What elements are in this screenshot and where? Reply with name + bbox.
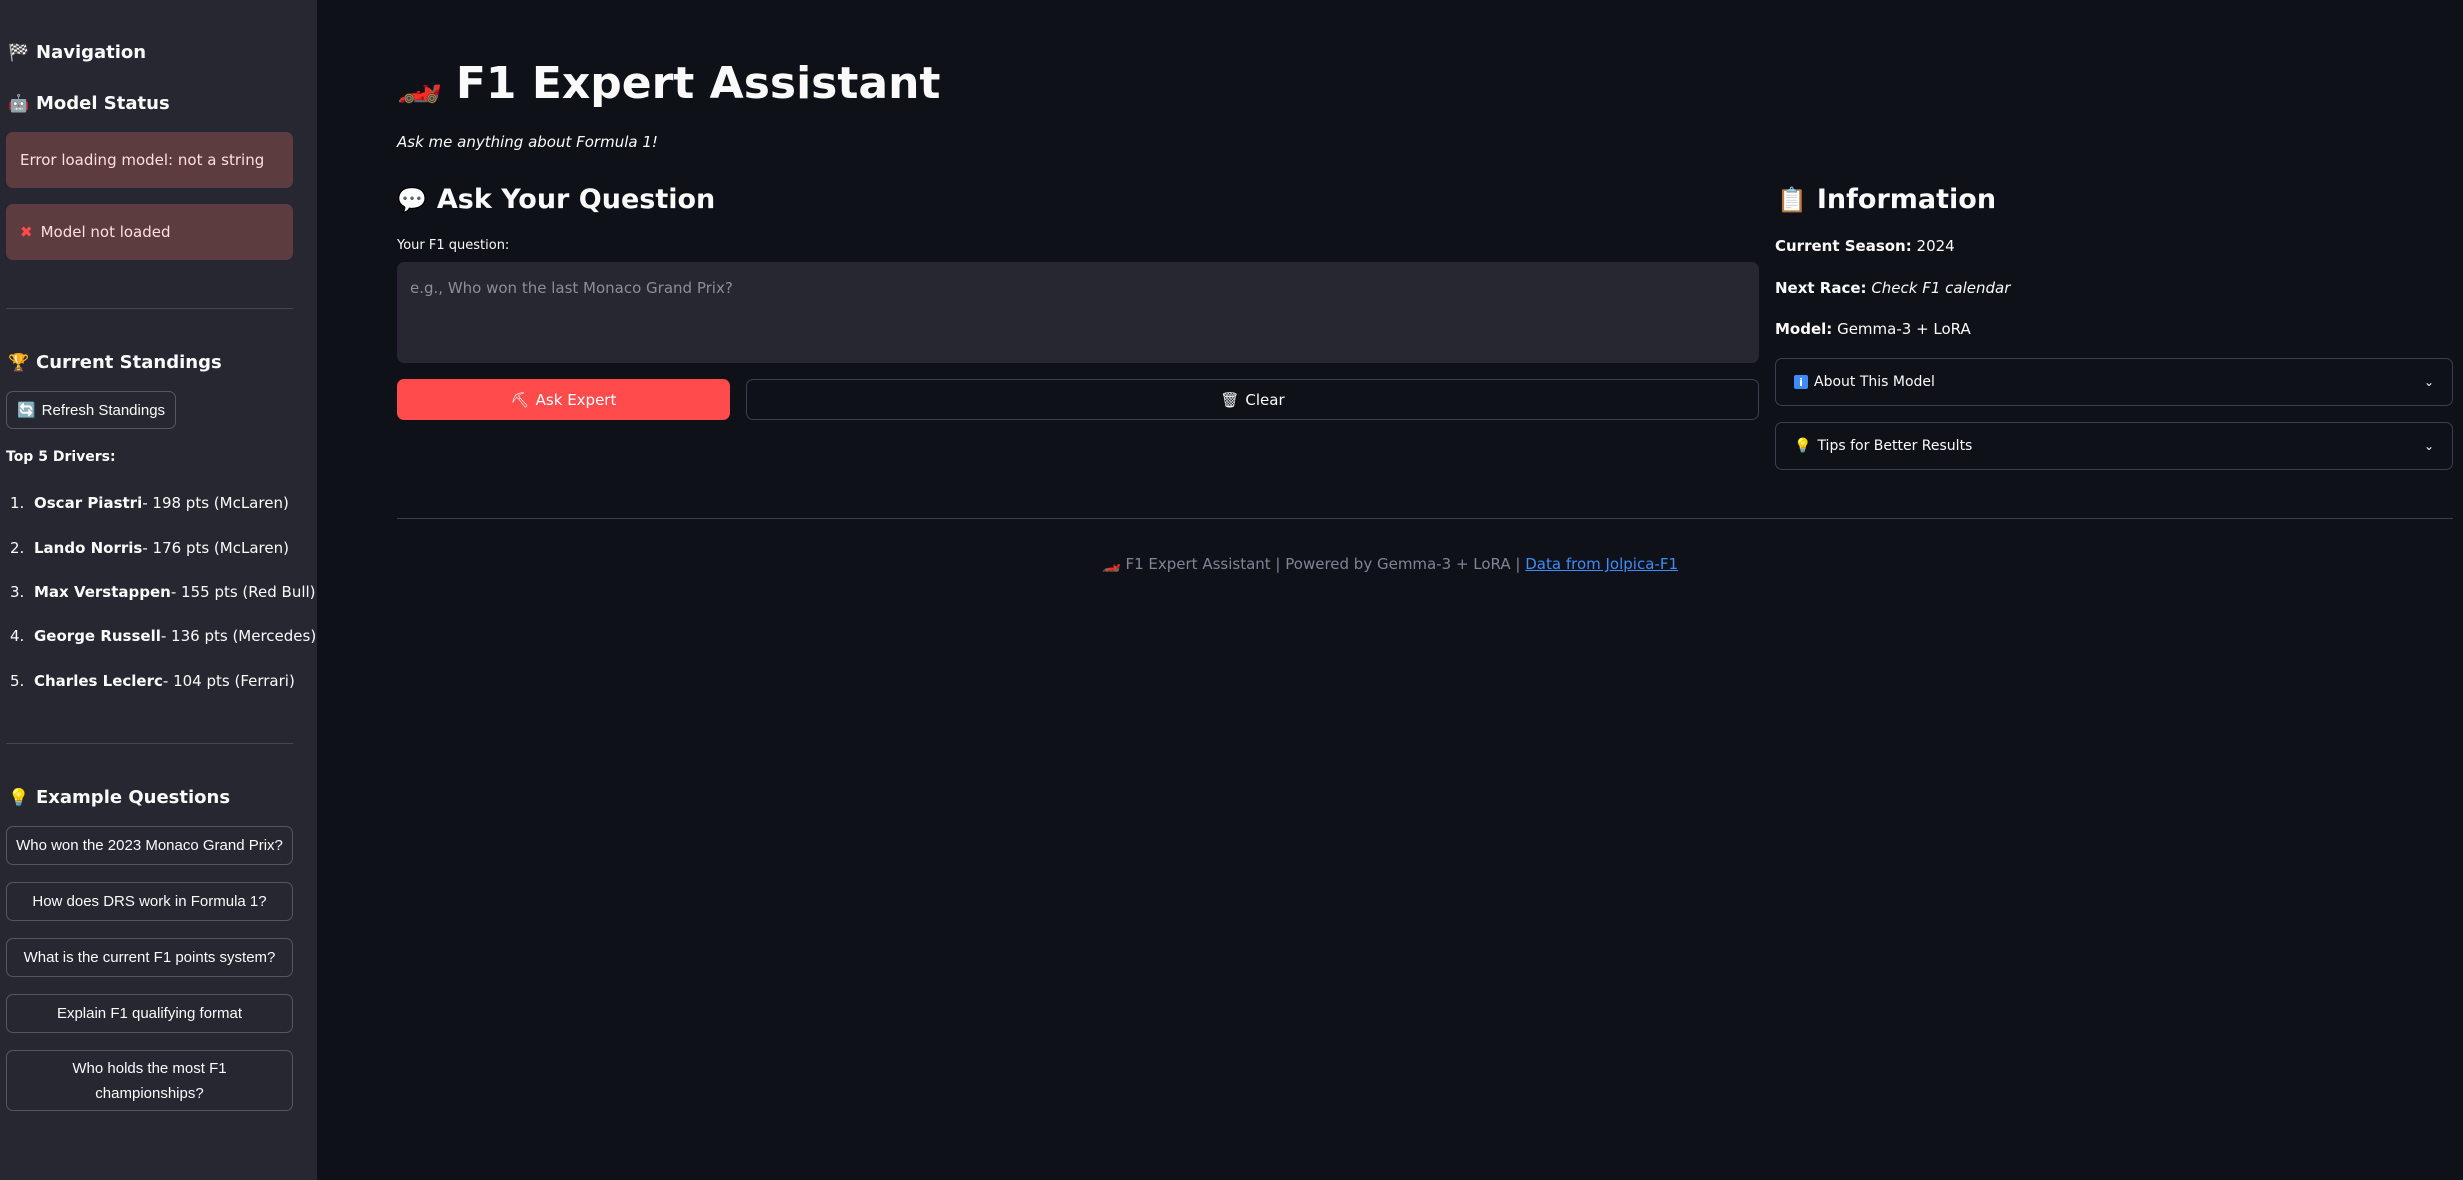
- ask-expert-button[interactable]: ⛏ Ask Expert: [397, 379, 730, 420]
- main-divider: [397, 518, 2453, 519]
- sidebar-divider: [6, 308, 293, 309]
- about-model-label: About This Model: [1814, 374, 1935, 390]
- example-question-label: Who holds the most F1 championships?: [72, 1059, 227, 1102]
- lightbulb-icon: 💡: [1794, 438, 1812, 454]
- current-season-line: Current Season: 2024: [1775, 237, 1955, 255]
- navigation-title: Navigation: [36, 42, 147, 63]
- refresh-standings-button[interactable]: 🔄 Refresh Standings: [6, 391, 176, 429]
- tips-expander[interactable]: 💡 Tips for Better Results ⌄: [1775, 422, 2453, 470]
- driver-name: George Russell: [34, 627, 161, 645]
- page-subtitle: Ask me anything about Formula 1!: [397, 133, 658, 151]
- driver-detail: - 104 pts (Ferrari): [162, 672, 295, 690]
- example-question-label: Who won the 2023 Monaco Grand Prix?: [16, 837, 283, 854]
- driver-detail: - 176 pts (McLaren): [142, 539, 289, 557]
- race-car-icon: 🏎️: [397, 63, 442, 105]
- info-icon: i: [1794, 375, 1808, 389]
- example-question-label: Explain F1 qualifying format: [56, 1005, 243, 1022]
- driver-list-item: 4. George Russell - 136 pts (Mercedes): [10, 627, 316, 645]
- next-race-label: Next Race:: [1775, 279, 1867, 297]
- driver-name: Lando Norris: [34, 539, 143, 557]
- example-question-button[interactable]: Who won the 2023 Monaco Grand Prix?: [6, 826, 293, 865]
- example-question-button[interactable]: Who holds the most F1 championships?: [6, 1050, 293, 1111]
- driver-rank: 1.: [10, 494, 25, 512]
- cross-mark-icon: ✖: [20, 223, 33, 241]
- clear-button[interactable]: 🗑 Clear: [746, 379, 1759, 420]
- driver-rank: 4.: [10, 627, 25, 645]
- example-question-button[interactable]: How does DRS work in Formula 1?: [6, 882, 293, 921]
- not-loaded-message: Model not loaded: [40, 223, 171, 241]
- driver-list-item: 2. Lando Norris - 176 pts (McLaren): [10, 539, 289, 557]
- robot-icon: 🤖: [8, 93, 30, 114]
- driver-detail: - 155 pts (Red Bull): [170, 583, 316, 601]
- data-source-link[interactable]: Data from Jolpica-F1: [1525, 555, 1678, 573]
- model-line: Model: Gemma-3 + LoRA: [1775, 320, 1971, 338]
- chevron-down-icon: ⌄: [2423, 375, 2434, 389]
- driver-name: Max Verstappen: [34, 583, 171, 601]
- model-not-loaded-alert: ✖ Model not loaded: [6, 204, 293, 260]
- ask-expert-label: Ask Expert: [535, 390, 617, 409]
- examples-title: Example Questions: [36, 787, 231, 808]
- race-car-icon: 🏎️: [1102, 555, 1121, 573]
- chevron-down-icon: ⌄: [2423, 439, 2434, 453]
- standings-title: Current Standings: [36, 352, 222, 373]
- next-race-value: Check F1 calendar: [1871, 279, 2011, 297]
- ask-question-heading: 💬 Ask Your Question: [397, 184, 715, 215]
- information-title: Information: [1816, 184, 1997, 215]
- lightbulb-icon: 💡: [8, 787, 30, 808]
- driver-rank: 2.: [10, 539, 25, 557]
- question-placeholder: e.g., Who won the last Monaco Grand Prix…: [410, 279, 733, 297]
- driver-detail: - 136 pts (Mercedes): [160, 627, 317, 645]
- clipboard-icon: 📋: [1777, 185, 1807, 214]
- question-input[interactable]: e.g., Who won the last Monaco Grand Prix…: [397, 262, 1759, 363]
- driver-rank: 3.: [10, 583, 25, 601]
- wastebasket-icon: 🗑: [1220, 390, 1240, 409]
- example-question-button[interactable]: What is the current F1 points system?: [6, 938, 293, 977]
- footer-text: F1 Expert Assistant | Powered by Gemma-3…: [1125, 555, 1521, 573]
- trophy-icon: 🏆: [8, 352, 30, 373]
- clear-label: Clear: [1245, 390, 1285, 409]
- examples-heading: 💡 Example Questions: [8, 787, 230, 808]
- question-label: Your F1 question:: [397, 238, 510, 253]
- season-label: Current Season:: [1775, 237, 1912, 255]
- example-question-label: How does DRS work in Formula 1?: [32, 893, 267, 910]
- model-value: Gemma-3 + LoRA: [1837, 320, 1971, 338]
- example-question-button[interactable]: Explain F1 qualifying format: [6, 994, 293, 1033]
- driver-list-item: 3. Max Verstappen - 155 pts (Red Bull): [10, 583, 316, 601]
- driver-rank: 5.: [10, 672, 25, 690]
- next-race-line: Next Race: Check F1 calendar: [1775, 279, 2010, 297]
- standings-heading: 🏆 Current Standings: [8, 352, 222, 373]
- tips-label: Tips for Better Results: [1817, 438, 1973, 454]
- driver-detail: - 198 pts (McLaren): [142, 494, 289, 512]
- error-alert: Error loading model: not a string: [6, 132, 293, 188]
- information-heading: 📋 Information: [1777, 184, 1996, 215]
- page-title: 🏎️ F1 Expert Assistant: [397, 58, 940, 109]
- speech-bubble-icon: 💬: [397, 185, 427, 214]
- pick-icon: ⛏: [510, 390, 530, 409]
- checkered-flag-icon: 🏁: [8, 42, 30, 63]
- sidebar-divider: [6, 743, 293, 744]
- refresh-standings-label: Refresh Standings: [41, 401, 166, 419]
- example-question-label: What is the current F1 points system?: [23, 949, 276, 966]
- driver-name: Charles Leclerc: [34, 672, 163, 690]
- driver-name: Oscar Piastri: [34, 494, 143, 512]
- top-drivers-label: Top 5 Drivers:: [6, 449, 116, 465]
- model-status-heading: 🤖 Model Status: [8, 93, 170, 114]
- season-value: 2024: [1916, 237, 1955, 255]
- refresh-icon: 🔄: [16, 402, 36, 419]
- page-title-text: F1 Expert Assistant: [455, 58, 941, 109]
- driver-list-item: 5. Charles Leclerc - 104 pts (Ferrari): [10, 672, 295, 690]
- about-model-expander[interactable]: i About This Model ⌄: [1775, 358, 2453, 406]
- ask-question-title: Ask Your Question: [436, 184, 716, 215]
- footer: 🏎️ F1 Expert Assistant | Powered by Gemm…: [317, 555, 2463, 573]
- sidebar: 🏁 Navigation 🤖 Model Status Error loadin…: [0, 0, 317, 1180]
- model-label: Model:: [1775, 320, 1833, 338]
- error-message: Error loading model: not a string: [20, 151, 265, 169]
- model-status-title: Model Status: [36, 93, 170, 114]
- navigation-heading: 🏁 Navigation: [8, 42, 146, 63]
- driver-list-item: 1. Oscar Piastri - 198 pts (McLaren): [10, 494, 289, 512]
- main-content: 🏎️ F1 Expert Assistant Ask me anything a…: [317, 0, 2463, 1180]
